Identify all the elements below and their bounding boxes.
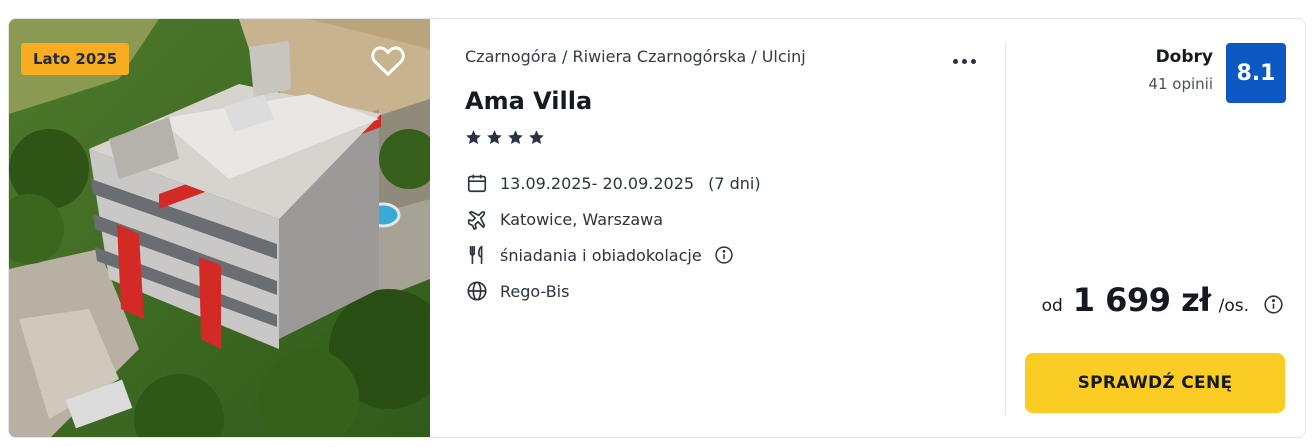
cutlery-icon: [465, 243, 489, 267]
more-horizontal-icon: [970, 58, 976, 64]
operator-text: Rego-Bis: [500, 281, 570, 301]
dates-text: 13.09.2025- 20.09.2025: [500, 173, 695, 193]
price: od 1 699 zł /os.: [1042, 281, 1284, 319]
breadcrumb-city[interactable]: Ulcinj: [762, 47, 806, 66]
check-price-button[interactable]: SPRAWDŹ CENĘ: [1025, 353, 1285, 413]
price-suffix: /os.: [1218, 296, 1249, 316]
favorite-button[interactable]: [367, 39, 409, 81]
divider: [1005, 43, 1006, 415]
more-horizontal-icon: [961, 58, 967, 64]
star-icon: [508, 130, 523, 145]
offer-info: Czarnogóra / Riwiera Czarnogórska / Ulci…: [465, 19, 1005, 437]
breadcrumb-separator: /: [556, 47, 573, 66]
hotel-aerial-image: [9, 19, 430, 437]
detail-airports: Katowice, Warszawa: [465, 207, 663, 231]
globe-icon: [465, 279, 489, 303]
breadcrumb-country[interactable]: Czarnogóra: [465, 47, 557, 66]
star-icon: [487, 130, 502, 145]
rating-label: Dobry: [1155, 47, 1213, 67]
breadcrumb: Czarnogóra / Riwiera Czarnogórska / Ulci…: [465, 47, 806, 66]
detail-dates: 13.09.2025- 20.09.2025 (7 dni): [465, 171, 761, 195]
breadcrumb-separator: /: [746, 47, 762, 66]
airports-text: Katowice, Warszawa: [500, 209, 664, 229]
more-options-button[interactable]: [947, 49, 981, 73]
detail-board: śniadania i obiadokolacje: [465, 243, 734, 267]
info-icon[interactable]: [1263, 294, 1284, 315]
calendar-icon: [465, 171, 489, 195]
more-horizontal-icon: [952, 58, 958, 64]
hotel-stars: [465, 129, 545, 146]
price-amount: 1 699 zł: [1072, 281, 1211, 319]
season-badge: Lato 2025: [21, 43, 130, 75]
price-prefix: od: [1041, 296, 1063, 316]
plane-icon: [465, 207, 489, 231]
hotel-name[interactable]: Ama Villa: [465, 87, 592, 115]
offer-card[interactable]: Lato 2025 Czarnogóra / Riwiera Czarnogór…: [8, 18, 1306, 438]
detail-operator: Rego-Bis: [465, 279, 569, 303]
heart-outline-icon: [371, 46, 405, 76]
breadcrumb-region[interactable]: Riwiera Czarnogórska: [573, 47, 747, 66]
hotel-photo[interactable]: Lato 2025: [9, 19, 430, 437]
info-icon[interactable]: [714, 245, 734, 265]
reviews-count[interactable]: 41 opinii: [1148, 75, 1213, 93]
board-text: śniadania i obiadokolacje: [500, 245, 702, 265]
star-icon: [529, 130, 544, 145]
duration-text: (7 dni): [708, 173, 761, 193]
star-icon: [466, 130, 481, 145]
rating-score-badge: 8.1: [1226, 43, 1286, 103]
